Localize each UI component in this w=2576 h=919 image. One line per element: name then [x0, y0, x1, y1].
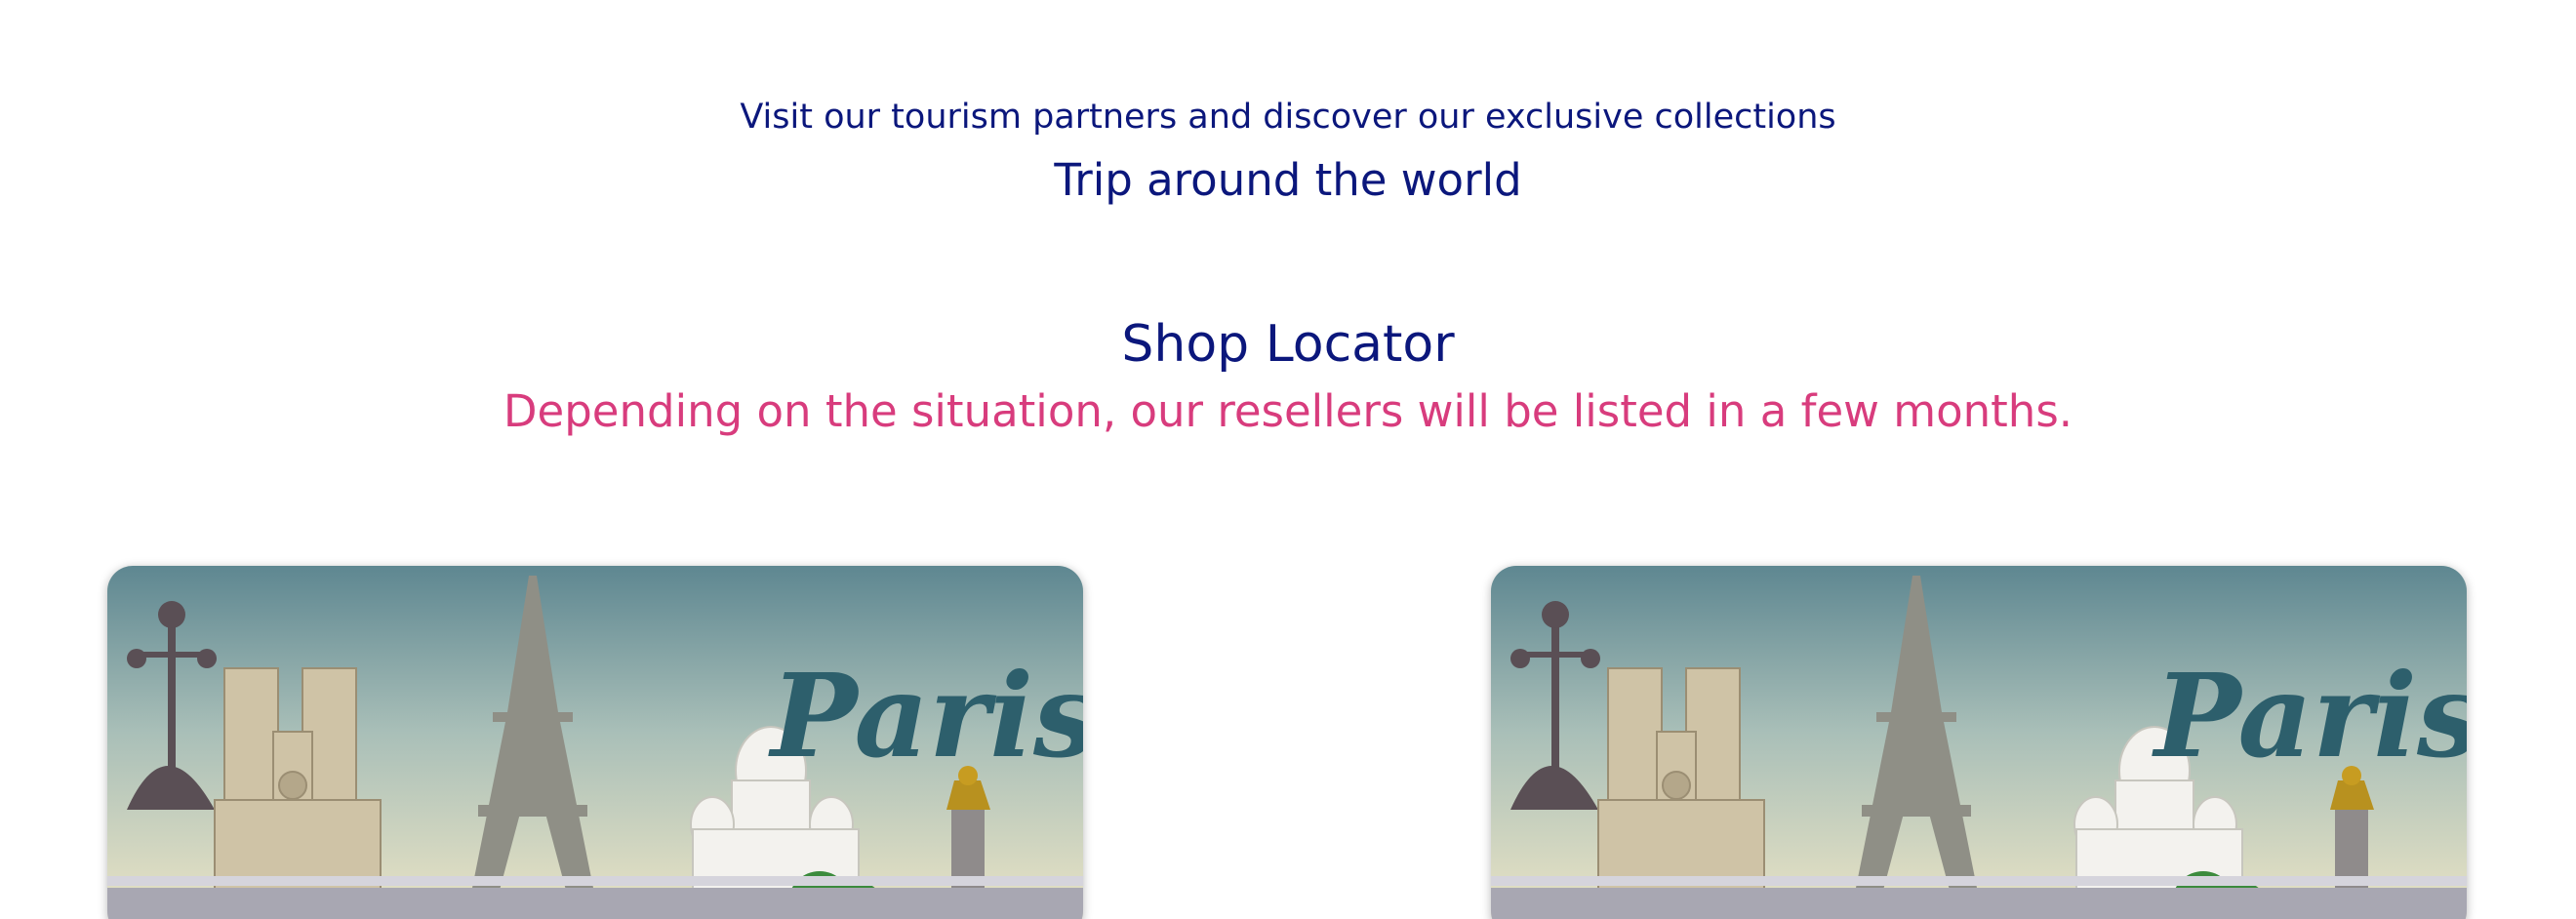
- paris-card-left[interactable]: Paris: [107, 566, 1083, 919]
- paris-script-text: Paris: [768, 648, 1083, 783]
- page: Visit our tourism partners and discover …: [0, 0, 2576, 919]
- partners-subtitle: Visit our tourism partners and discover …: [740, 98, 1836, 137]
- paris-card-image: Paris: [107, 566, 1083, 919]
- shop-locator-title: Shop Locator: [1121, 315, 1455, 374]
- partners-title: Trip around the world: [1054, 154, 1522, 206]
- shop-locator-note: Depending on the situation, our reseller…: [503, 385, 2073, 437]
- paris-card-right[interactable]: Paris: [1491, 566, 2467, 919]
- paris-card-image: Paris: [1491, 566, 2467, 919]
- paris-script-text: Paris: [2152, 648, 2467, 783]
